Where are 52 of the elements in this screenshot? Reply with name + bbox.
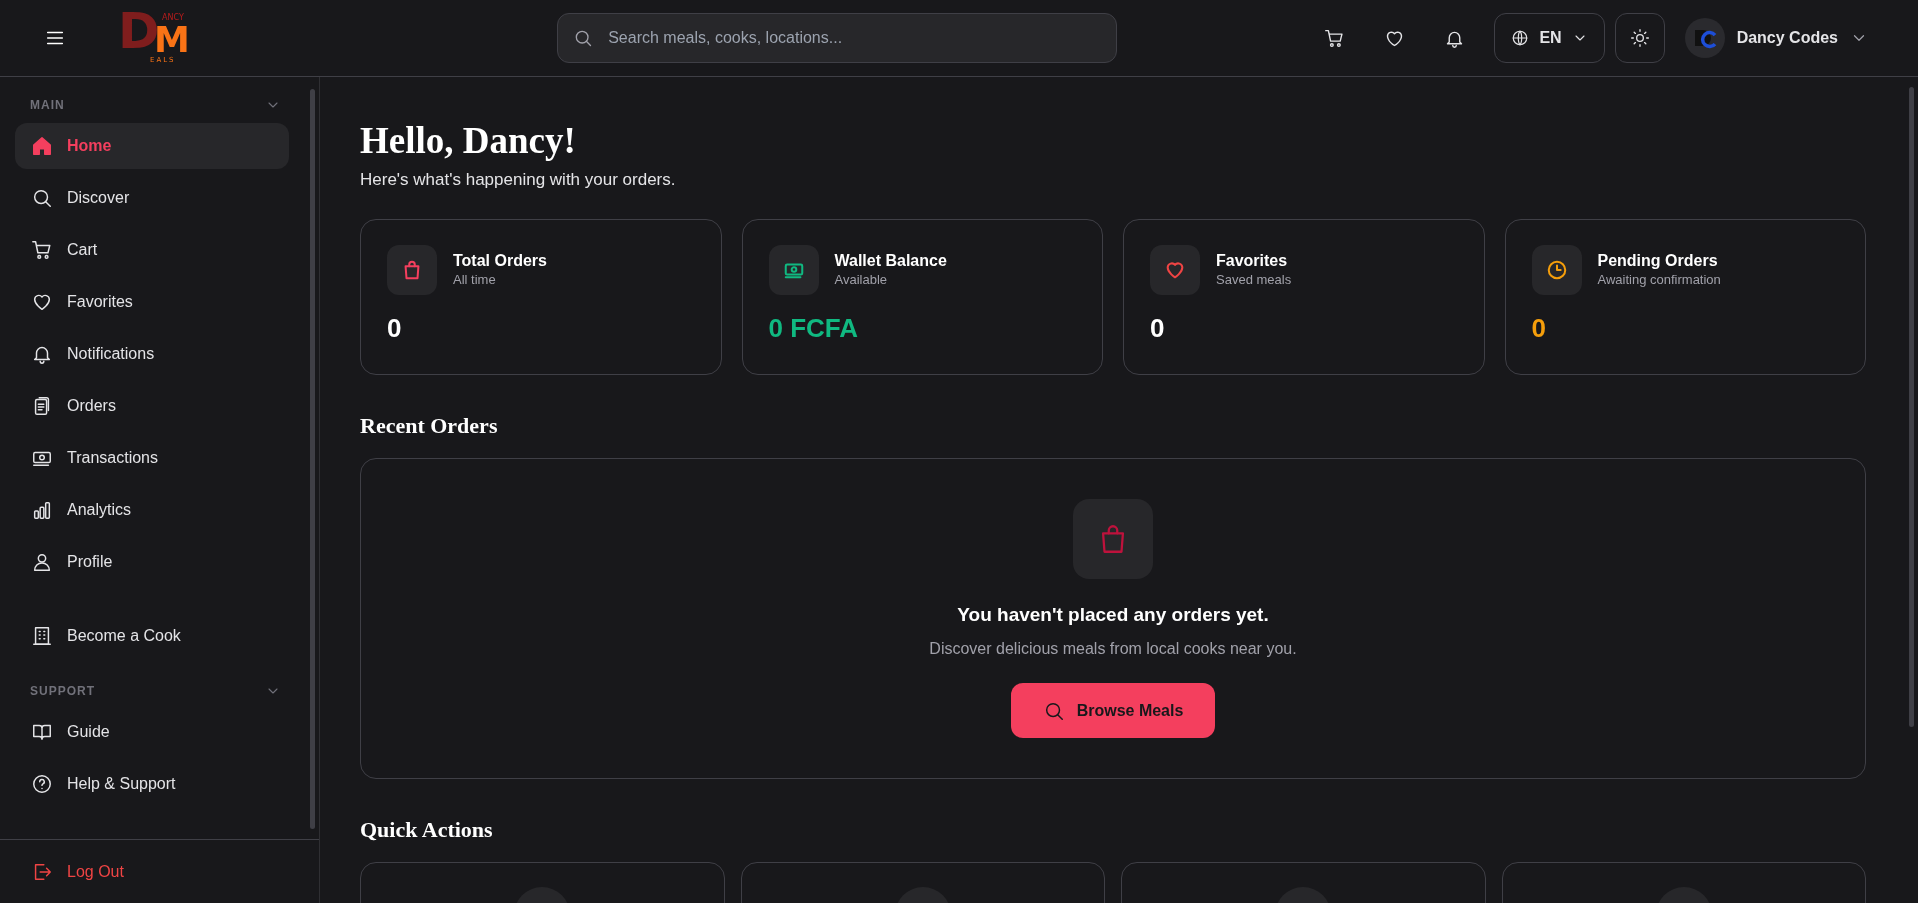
sidebar-item[interactable]: Discover (15, 175, 289, 221)
help-icon (31, 773, 53, 795)
sidebar-item[interactable]: Orders (15, 383, 289, 429)
search-field[interactable]: Search meals, cooks, locations... (557, 13, 1118, 63)
sun-icon (1629, 28, 1650, 48)
page-subtitle: Here's what's happening with your orders. (360, 169, 677, 191)
sidebar-item[interactable]: Help & Support (15, 761, 289, 807)
empty-title: You haven't placed any orders yet. (957, 602, 1269, 627)
home-icon (31, 135, 53, 157)
sidebar-item[interactable]: Home (15, 123, 289, 169)
logout-link[interactable]: Log Out (31, 859, 124, 884)
section-label: SUPPORT (30, 683, 95, 700)
cart-icon (31, 239, 53, 261)
section-title: Recent Orders (360, 411, 499, 440)
stat-subtitle: Awaiting confirmation (1597, 270, 1721, 289)
empty-text: Discover delicious meals from local cooks near you. (929, 639, 1297, 659)
sidebar-item[interactable]: Analytics (15, 487, 289, 533)
stat-subtitle: Saved meals (1216, 270, 1292, 289)
stat-title: Favorites (1216, 250, 1289, 271)
browse-meals-button[interactable]: Browse Meals (1010, 683, 1216, 738)
stat-value: 0 (387, 311, 403, 345)
section-title: Quick Actions (360, 815, 494, 844)
stat-title: Total Orders (453, 250, 547, 271)
sidebar-item[interactable]: Become a Cook (15, 613, 289, 659)
stat-title: Wallet Balance (834, 250, 947, 271)
sidebar-item[interactable]: Favorites (15, 279, 289, 325)
sidebar-item[interactable]: Cart (15, 227, 289, 273)
user-icon (31, 551, 53, 573)
user-menu[interactable]: Dancy Codes (1684, 18, 1868, 58)
avatar-icon (1684, 18, 1725, 58)
theme-toggle[interactable] (1614, 13, 1665, 63)
stat-subtitle: All time (453, 270, 497, 289)
scrollbar[interactable] (310, 89, 315, 829)
stat-value: 0 FCFA (768, 311, 860, 345)
globe-icon (1511, 29, 1530, 47)
search-icon (573, 28, 594, 48)
stat-value: 0 (1531, 311, 1547, 345)
sidebar-item[interactable]: Guide (15, 709, 289, 755)
language-selector[interactable]: EN (1494, 13, 1605, 63)
page-title: Hello, Dancy! (360, 119, 577, 163)
cart-icon (1323, 27, 1345, 49)
search-icon (31, 187, 53, 209)
sidebar-item[interactable]: Transactions (15, 435, 289, 481)
building-icon (31, 625, 53, 647)
sidebar-item[interactable]: Notifications (15, 331, 289, 377)
stat-value: 0 (1150, 311, 1166, 345)
stat-subtitle: Available (834, 270, 889, 289)
stat-title: Pending Orders (1597, 250, 1719, 271)
scrollbar[interactable] (1909, 87, 1914, 727)
sidebar-item[interactable]: Profile (15, 539, 289, 585)
bar-chart-icon (31, 499, 53, 521)
section-label: MAIN (30, 97, 65, 114)
